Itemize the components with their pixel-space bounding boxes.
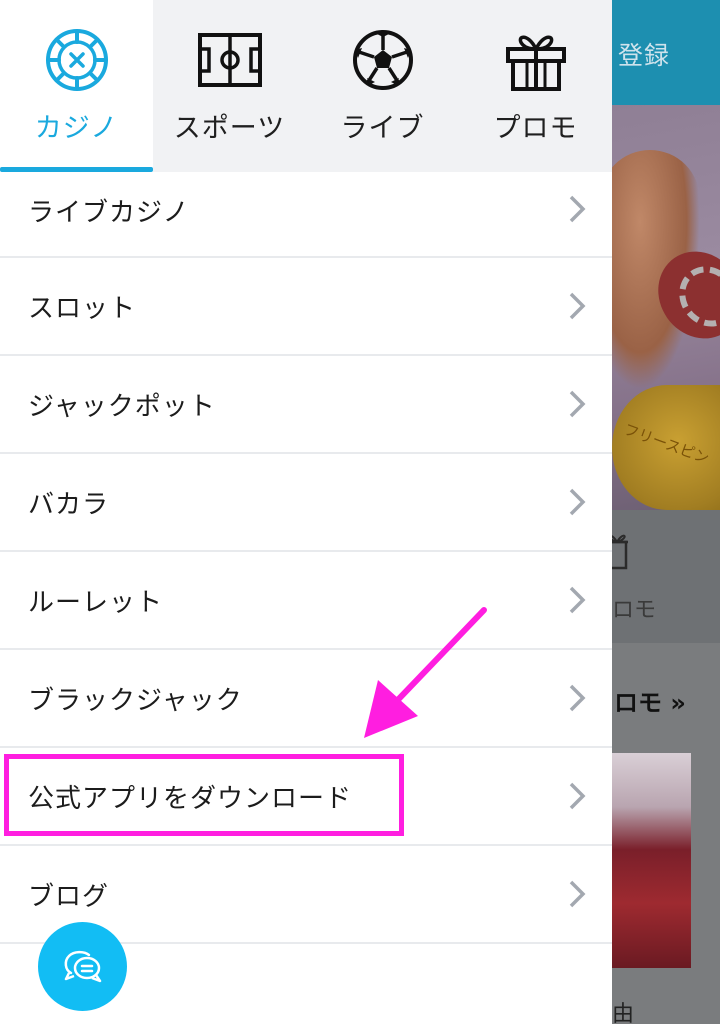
tab-label: プロモ (493, 113, 578, 144)
menu-item-jackpot[interactable]: ジャックポット (0, 356, 612, 454)
register-link[interactable]: 登録 (618, 36, 670, 72)
gift-icon (505, 35, 566, 91)
tab-sports[interactable]: スポーツ (153, 0, 306, 172)
chat-bubble-icon (64, 950, 101, 982)
promo-card-caption: 由 (612, 1002, 635, 1024)
menu-item-label: スロット (28, 294, 137, 324)
menu-item-label: ブラックジャック (28, 686, 243, 716)
category-tab-bar: カジノ スポーツ ライブ プロモ (0, 0, 612, 172)
soccer-ball-icon (352, 30, 413, 90)
soccer-field-icon (197, 33, 262, 87)
chevron-right-icon (569, 292, 586, 320)
side-drawer: カジノ スポーツ ライブ プロモ ライブカジノ スロット ジャックポット バカラ… (0, 0, 612, 1024)
menu-item-label: ブログ (28, 882, 110, 912)
tab-casino[interactable]: カジノ (0, 0, 153, 172)
roulette-icon (45, 29, 108, 91)
chevron-right-icon (569, 195, 586, 223)
chevron-right-icon (569, 488, 586, 516)
promo-card[interactable] (612, 753, 691, 968)
chevron-right-icon (569, 684, 586, 712)
menu-item-label: ルーレット (28, 588, 164, 618)
highlight-box (4, 754, 404, 836)
menu-item-baccarat[interactable]: バカラ (0, 454, 612, 552)
promo-section-title[interactable]: ロモ » (614, 683, 686, 718)
chevron-right-icon (569, 880, 586, 908)
menu-item-label: ライブカジノ (28, 198, 190, 228)
tab-live[interactable]: ライブ (306, 0, 459, 172)
promo-shortcut-label: ロモ (612, 598, 657, 623)
menu-item-label: バカラ (28, 490, 110, 520)
menu-item-label: ジャックポット (28, 392, 216, 422)
tab-label: カジノ (34, 113, 119, 144)
tab-promo[interactable]: プロモ (459, 0, 612, 172)
menu-item-slots[interactable]: スロット (0, 258, 612, 356)
chevron-right-icon (569, 782, 586, 810)
tab-label: スポーツ (173, 113, 286, 144)
menu-item-roulette[interactable]: ルーレット (0, 552, 612, 650)
menu-item-blackjack[interactable]: ブラックジャック (0, 650, 612, 748)
chevron-right-icon (569, 390, 586, 418)
chevron-right-icon (569, 586, 586, 614)
tab-label: ライブ (340, 113, 425, 144)
chat-button[interactable] (38, 922, 127, 1011)
menu-item-live-casino[interactable]: ライブカジノ (0, 160, 612, 258)
